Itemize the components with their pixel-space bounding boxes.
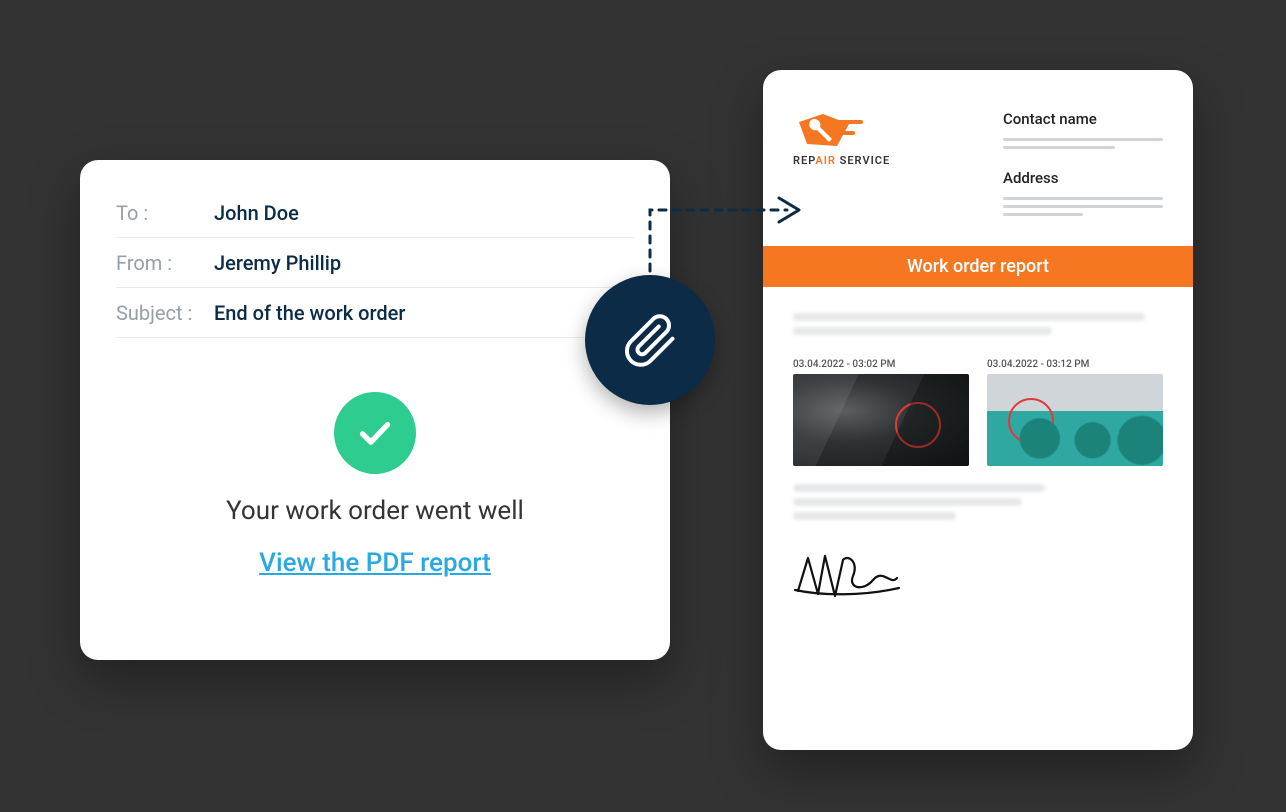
- photo-2-timestamp: 03.04.2022 - 03:12 PM: [987, 359, 1163, 370]
- email-subject-label: Subject :: [116, 301, 214, 325]
- email-to-label: To :: [116, 201, 214, 225]
- report-intro-text-placeholder: [793, 313, 1163, 335]
- email-body: Your work order went well View the PDF r…: [116, 358, 634, 612]
- contact-name-placeholder: [1003, 138, 1163, 149]
- email-subject-row: Subject : End of the work order: [116, 288, 634, 338]
- photo-1-annotation-circle: [895, 402, 941, 448]
- contact-name-label: Contact name: [1003, 110, 1163, 128]
- report-photo-1: 03.04.2022 - 03:02 PM: [793, 359, 969, 466]
- view-pdf-report-link[interactable]: View the PDF report: [259, 548, 491, 578]
- report-photos-row: 03.04.2022 - 03:02 PM 03.04.2022 - 03:12…: [793, 359, 1163, 466]
- address-placeholder: [1003, 197, 1163, 216]
- wrench-logo-icon: [793, 110, 873, 152]
- report-notes-text-placeholder: [793, 484, 1163, 520]
- signature: [793, 546, 1163, 610]
- photo-2-image: [987, 374, 1163, 466]
- signature-icon: [793, 546, 903, 606]
- email-subject-value: End of the work order: [214, 301, 405, 325]
- photo-1-timestamp: 03.04.2022 - 03:02 PM: [793, 359, 969, 370]
- report-card: REPAIR SERVICE Contact name Address Work…: [763, 70, 1193, 750]
- email-to-row: To : John Doe: [116, 188, 634, 238]
- email-from-row: From : Jeremy Phillip: [116, 238, 634, 288]
- email-card: To : John Doe From : Jeremy Phillip Subj…: [80, 160, 670, 660]
- repair-service-logo: REPAIR SERVICE: [793, 110, 890, 216]
- address-label: Address: [1003, 169, 1163, 187]
- report-title-bar: Work order report: [763, 246, 1193, 287]
- report-photo-2: 03.04.2022 - 03:12 PM: [987, 359, 1163, 466]
- report-body: 03.04.2022 - 03:02 PM 03.04.2022 - 03:12…: [763, 287, 1193, 630]
- contact-block: Contact name Address: [1003, 110, 1163, 216]
- attachment-paperclip-icon: [585, 275, 715, 405]
- email-to-value: John Doe: [214, 201, 299, 225]
- report-header: REPAIR SERVICE Contact name Address: [763, 70, 1193, 246]
- photo-2-annotation-circle: [1008, 398, 1054, 444]
- success-check-icon: [334, 392, 416, 474]
- email-from-label: From :: [116, 251, 214, 275]
- logo-text: REPAIR SERVICE: [793, 154, 890, 167]
- email-success-message: Your work order went well: [226, 496, 524, 526]
- photo-1-image: [793, 374, 969, 466]
- email-from-value: Jeremy Phillip: [214, 251, 341, 275]
